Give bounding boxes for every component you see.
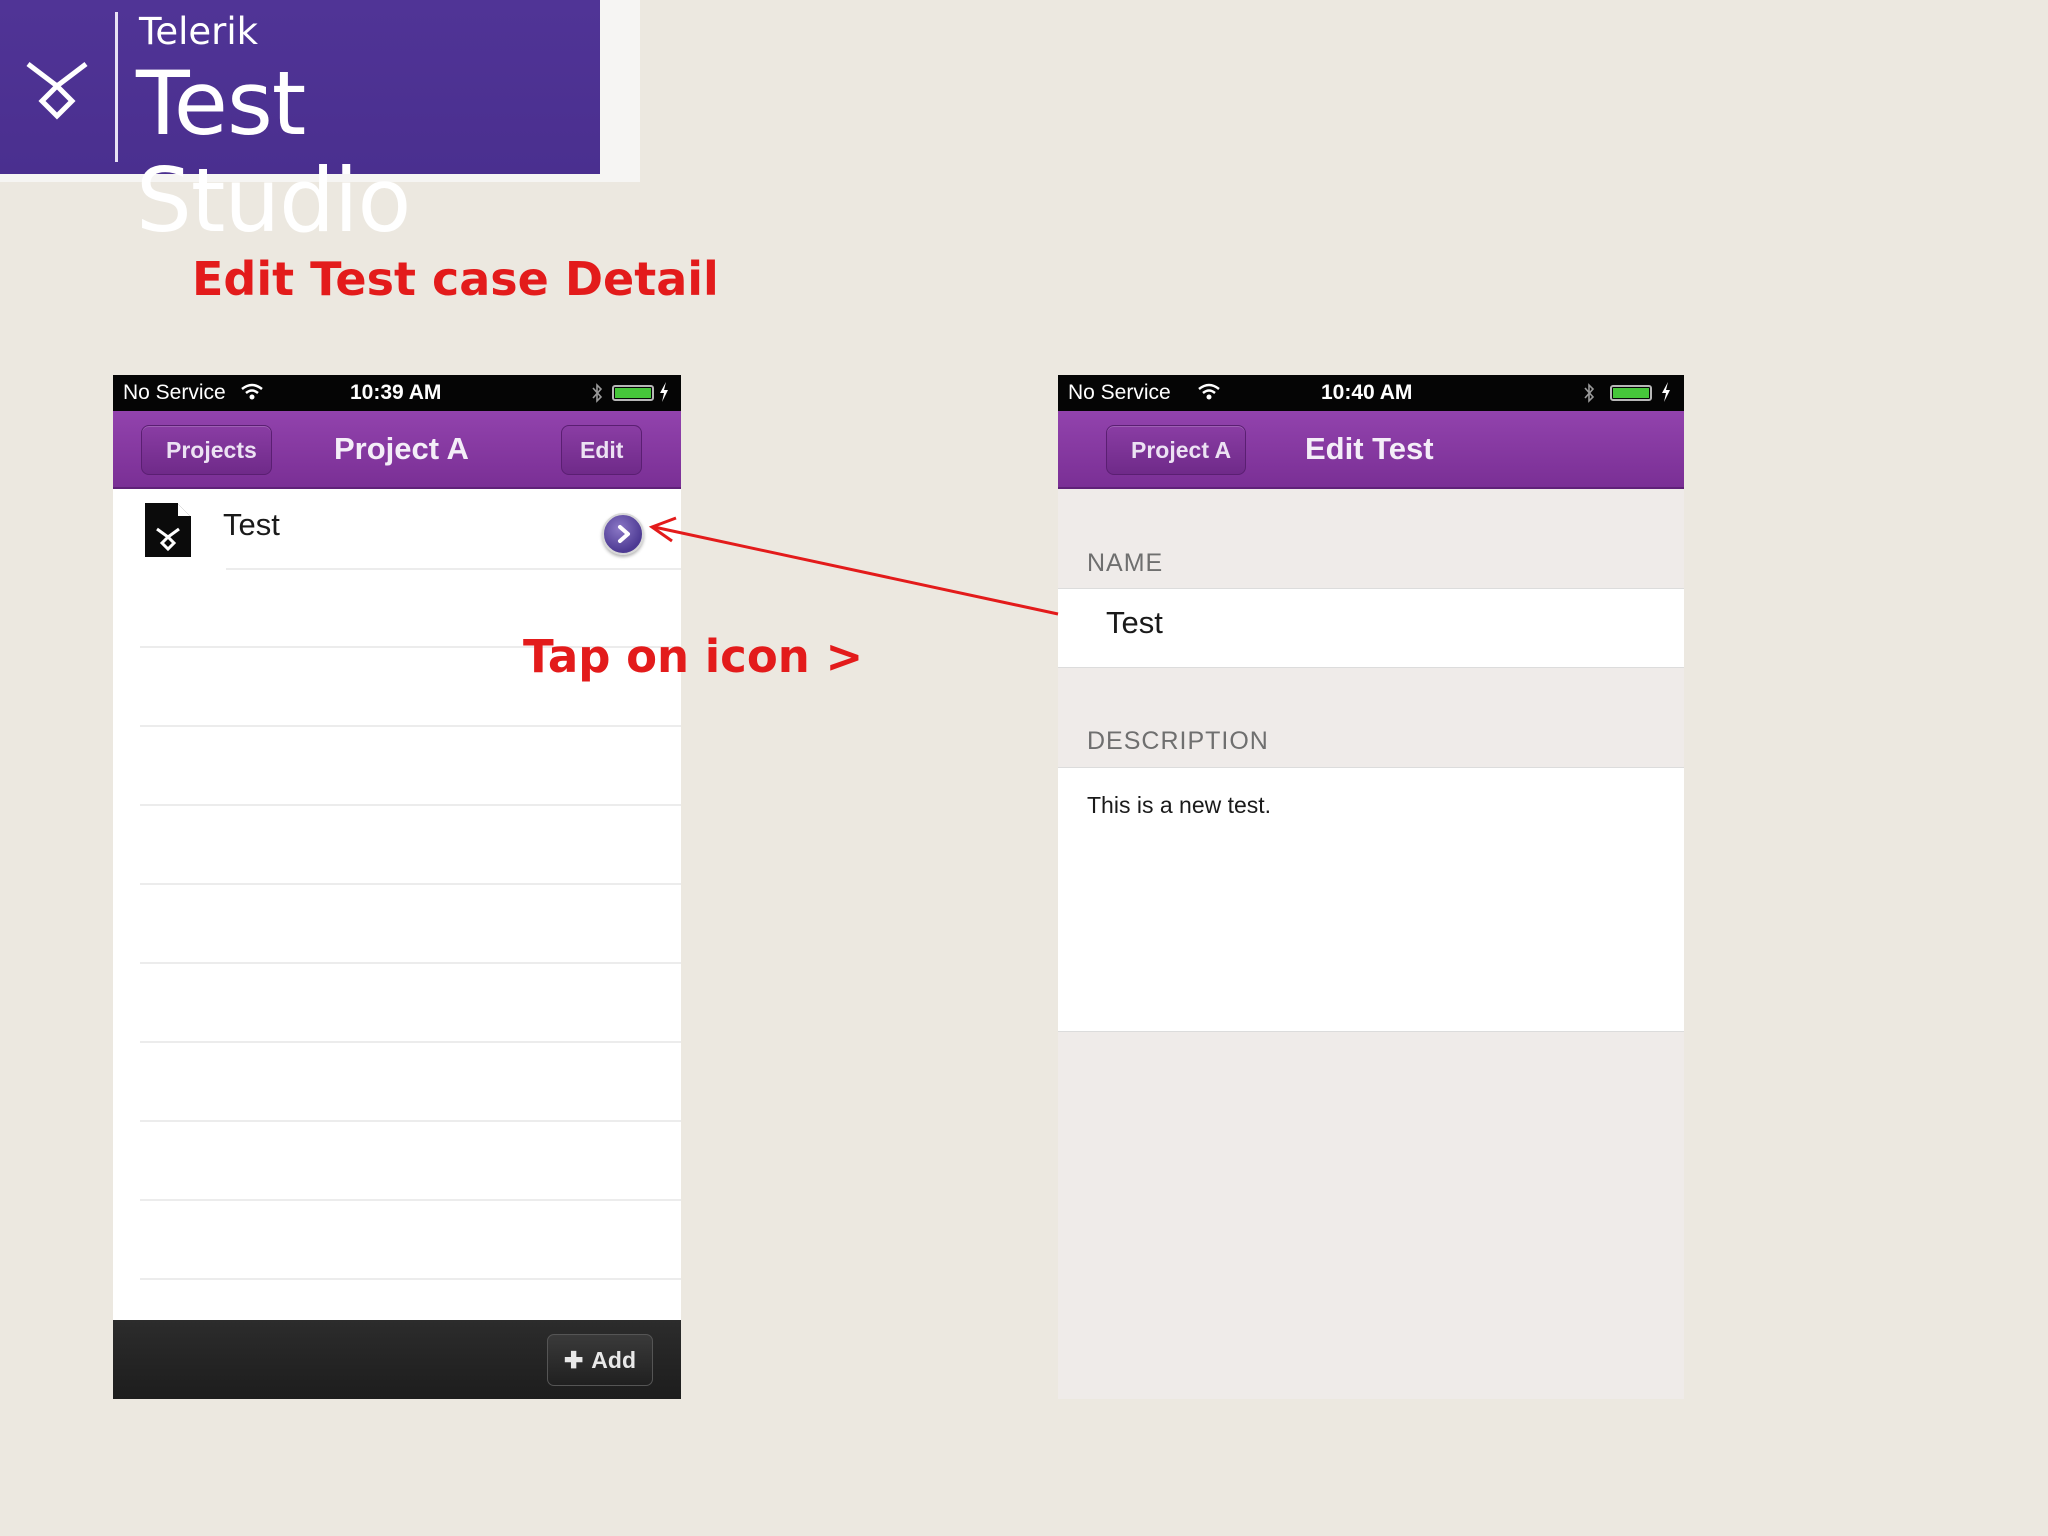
add-button-label: Add [591, 1347, 636, 1373]
description-field-value: This is a new test. [1087, 792, 1272, 818]
status-time: 10:40 AM [1321, 381, 1413, 404]
status-bar: No Service 10:40 AM [1058, 375, 1684, 411]
list-divider [226, 568, 681, 570]
wifi-icon [1198, 383, 1220, 400]
bottom-toolbar: ✚ Add [113, 1320, 681, 1399]
nav-title: Project A [334, 431, 469, 466]
nav-title: Edit Test [1305, 431, 1434, 466]
navigation-bar: Project A Edit Test [1058, 411, 1684, 489]
name-field[interactable]: Test [1058, 588, 1684, 668]
logo-divider [115, 12, 118, 162]
description-field[interactable]: This is a new test. [1058, 767, 1684, 1032]
list-divider [140, 962, 681, 964]
plus-icon: ✚ [564, 1347, 584, 1373]
status-bar: No Service 10:39 AM [113, 375, 681, 411]
phone-edit-test: No Service 10:40 AM Project A Edit Test … [1058, 375, 1684, 1399]
list-divider [140, 804, 681, 806]
list-divider [140, 1199, 681, 1201]
carrier-label: No Service [123, 381, 226, 404]
list-divider [140, 1120, 681, 1122]
logo-brand-text: Telerik [139, 10, 259, 53]
battery-icon [612, 385, 654, 401]
navigation-bar: Projects Project A Edit [113, 411, 681, 489]
list-item[interactable]: Test [113, 489, 681, 567]
charging-icon [660, 382, 668, 402]
telerik-test-studio-logo: Telerik Test Studio [0, 0, 640, 249]
charging-icon [1662, 382, 1670, 402]
bluetooth-icon [1584, 383, 1595, 403]
wifi-icon [241, 383, 263, 400]
detail-disclosure-button[interactable] [602, 513, 644, 555]
status-time: 10:39 AM [350, 381, 442, 404]
battery-icon [1610, 385, 1652, 401]
tap-instruction-callout: Tap on icon > [523, 630, 864, 683]
list-divider [140, 1041, 681, 1043]
telerik-logo-icon [26, 62, 88, 120]
name-label: NAME [1087, 549, 1164, 577]
list-divider [140, 725, 681, 727]
carrier-label: No Service [1068, 381, 1171, 404]
logo-banner: Telerik Test Studio [0, 0, 600, 249]
logo-product-text: Test Studio [136, 52, 411, 252]
back-button-project-a[interactable]: Project A [1106, 425, 1247, 475]
back-button-projects[interactable]: Projects [141, 425, 272, 475]
phone-project-list: No Service 10:39 AM Projects Project A E… [113, 375, 681, 1399]
document-icon [145, 503, 191, 557]
name-field-value: Test [1106, 605, 1163, 640]
list-divider [140, 883, 681, 885]
add-button[interactable]: ✚ Add [547, 1334, 653, 1386]
description-label: DESCRIPTION [1087, 727, 1269, 755]
edit-button[interactable]: Edit [561, 425, 643, 475]
bluetooth-icon [592, 383, 603, 403]
list-item-label: Test [223, 507, 280, 542]
slide-title: Edit Test case Detail [192, 252, 719, 306]
list-divider [140, 1278, 681, 1280]
disclosure-chevron-icon [618, 525, 630, 543]
